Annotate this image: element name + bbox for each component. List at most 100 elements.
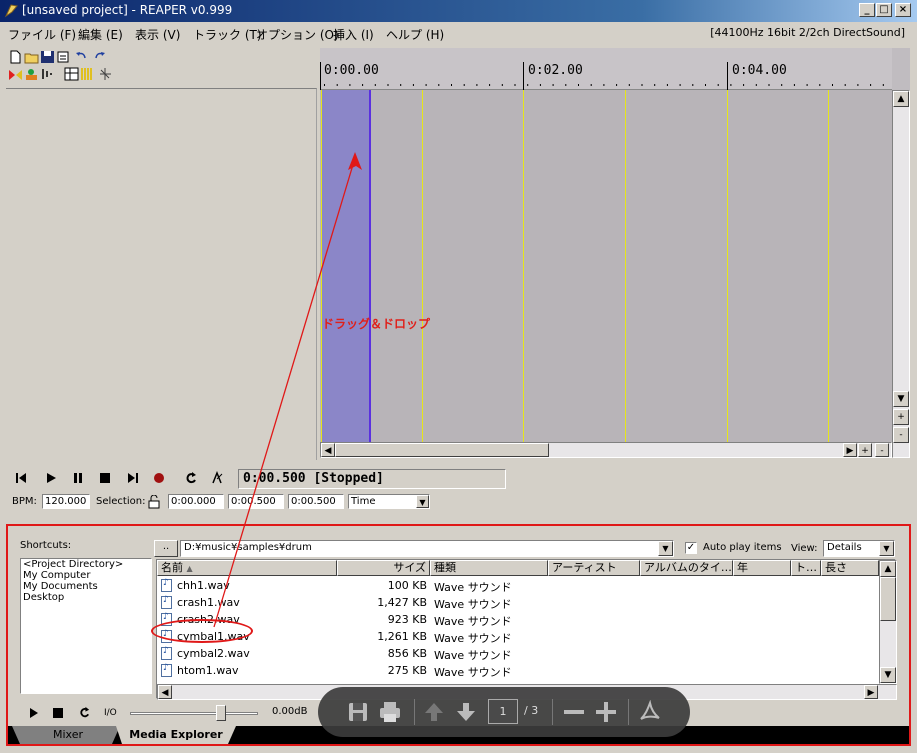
scroll-thumb[interactable] bbox=[880, 577, 896, 621]
project-settings-icon[interactable] bbox=[56, 50, 71, 64]
volume-slider-track[interactable] bbox=[130, 712, 258, 715]
metronome-toggle-icon[interactable] bbox=[210, 471, 224, 485]
shortcut-my-computer[interactable]: My Computer bbox=[23, 570, 149, 581]
redo-icon[interactable] bbox=[92, 50, 107, 64]
crossfade-icon[interactable] bbox=[98, 67, 113, 81]
column-length[interactable]: 長さ bbox=[821, 560, 879, 576]
scroll-down-button[interactable]: ▼ bbox=[893, 391, 909, 407]
column-size[interactable]: サイズ bbox=[337, 560, 430, 576]
shortcut-desktop[interactable]: Desktop bbox=[23, 592, 149, 603]
menu-options[interactable]: オプション (O) bbox=[256, 26, 339, 43]
zoom-in-horizontal-button[interactable]: + bbox=[858, 443, 872, 457]
tab-media-explorer[interactable]: Media Explorer bbox=[122, 726, 230, 744]
column-artist[interactable]: アーティスト bbox=[548, 560, 640, 576]
column-type[interactable]: 種類 bbox=[430, 560, 548, 576]
selection-start-input[interactable]: 0:00.000 bbox=[168, 494, 224, 509]
scroll-up-button[interactable]: ▲ bbox=[893, 91, 909, 107]
scroll-right-button[interactable]: ▶ bbox=[864, 685, 878, 699]
column-year[interactable]: 年 bbox=[733, 560, 791, 576]
scroll-left-button[interactable]: ◀ bbox=[158, 685, 172, 699]
open-folder-icon[interactable] bbox=[24, 50, 39, 64]
timeline-ruler[interactable]: 0:00.00 0:02.00 0:04.00 bbox=[320, 48, 892, 90]
scroll-right-button[interactable]: ▶ bbox=[843, 443, 857, 457]
chevron-down-icon[interactable]: ▼ bbox=[416, 495, 429, 508]
file-row[interactable]: chh1.wav 100 KB Wave サウンド bbox=[157, 577, 879, 594]
preview-stop-icon[interactable] bbox=[52, 707, 64, 719]
parent-folder-button[interactable]: .. bbox=[154, 540, 178, 557]
zoom-out-vertical-button[interactable]: - bbox=[893, 427, 909, 443]
file-row[interactable]: htom1.wav 275 KB Wave サウンド bbox=[157, 662, 879, 679]
autoplay-checkbox[interactable]: ✓ bbox=[685, 542, 697, 554]
chevron-down-icon[interactable]: ▼ bbox=[658, 541, 673, 556]
file-row[interactable]: crash1.wav 1,427 KB Wave サウンド bbox=[157, 594, 879, 611]
metronome-icon[interactable] bbox=[8, 67, 23, 81]
pdf-zoom-out-icon[interactable] bbox=[562, 700, 586, 724]
selection-end-input[interactable]: 0:00.500 bbox=[228, 494, 284, 509]
snap-icon[interactable] bbox=[24, 67, 39, 81]
maximize-button[interactable]: □ bbox=[876, 3, 892, 17]
new-file-icon[interactable] bbox=[8, 50, 23, 64]
lock-icon[interactable] bbox=[148, 495, 160, 509]
shortcuts-list[interactable]: <Project Directory> My Computer My Docum… bbox=[20, 558, 152, 694]
item-grouping-icon[interactable] bbox=[80, 67, 95, 81]
pdf-save-icon[interactable] bbox=[346, 700, 370, 724]
ripple-edit-icon[interactable] bbox=[40, 67, 55, 81]
record-icon[interactable] bbox=[152, 471, 166, 485]
undo-icon[interactable] bbox=[74, 50, 89, 64]
shortcut-my-documents[interactable]: My Documents bbox=[23, 581, 149, 592]
pdf-zoom-in-icon[interactable] bbox=[594, 700, 618, 724]
minimize-button[interactable]: _ bbox=[859, 3, 875, 17]
time-mode-select[interactable]: Time ▼ bbox=[348, 494, 430, 509]
file-list[interactable]: 名前 ▲ サイズ 種類 アーティスト アルバムのタイ… 年 ト… 長さ chh1… bbox=[156, 559, 897, 700]
shortcut-project-directory[interactable]: <Project Directory> bbox=[23, 559, 149, 570]
repeat-icon[interactable] bbox=[184, 471, 198, 485]
play-icon[interactable] bbox=[44, 471, 58, 485]
scroll-down-button[interactable]: ▼ bbox=[880, 667, 896, 683]
stop-icon[interactable] bbox=[98, 471, 112, 485]
file-row[interactable]: cymbal2.wav 856 KB Wave サウンド bbox=[157, 645, 879, 662]
menu-insert[interactable]: 挿入 (I) bbox=[333, 26, 374, 43]
volume-slider-thumb[interactable] bbox=[216, 705, 226, 721]
time-selection[interactable] bbox=[322, 90, 371, 442]
menu-help[interactable]: ヘルプ (H) bbox=[386, 26, 444, 43]
file-row[interactable]: crash2.wav 923 KB Wave サウンド bbox=[157, 611, 879, 628]
zoom-in-vertical-button[interactable]: + bbox=[893, 409, 909, 425]
horizontal-scrollbar[interactable]: ◀ ▶ + - bbox=[320, 442, 892, 458]
view-mode-value: Details bbox=[827, 542, 862, 553]
save-icon[interactable] bbox=[40, 50, 55, 64]
preview-repeat-icon[interactable] bbox=[78, 706, 91, 719]
column-album[interactable]: アルバムのタイ… bbox=[640, 560, 733, 576]
path-combobox[interactable]: D:¥music¥samples¥drum ▼ bbox=[180, 540, 674, 557]
scroll-up-button[interactable]: ▲ bbox=[880, 561, 896, 577]
tab-mixer[interactable]: Mixer bbox=[20, 726, 116, 744]
pdf-acrobat-icon[interactable] bbox=[638, 700, 662, 724]
go-to-start-icon[interactable] bbox=[14, 471, 28, 485]
menu-edit[interactable]: 編集 (E) bbox=[78, 26, 123, 43]
pdf-prev-page-icon[interactable] bbox=[422, 700, 446, 724]
preview-play-icon[interactable] bbox=[28, 707, 40, 719]
file-list-vertical-scrollbar[interactable]: ▲ ▼ bbox=[879, 560, 897, 684]
scroll-thumb[interactable] bbox=[335, 443, 549, 457]
file-row[interactable]: cymbal1.wav 1,261 KB Wave サウンド bbox=[157, 628, 879, 645]
bpm-input[interactable]: 120.000 bbox=[42, 494, 90, 509]
column-name[interactable]: 名前 ▲ bbox=[157, 560, 337, 576]
scroll-left-button[interactable]: ◀ bbox=[321, 443, 335, 457]
pdf-print-icon[interactable] bbox=[378, 700, 402, 724]
close-button[interactable]: × bbox=[895, 3, 911, 17]
menu-view[interactable]: 表示 (V) bbox=[135, 26, 180, 43]
menu-track[interactable]: トラック (T) bbox=[193, 26, 262, 43]
track-control-panel[interactable] bbox=[6, 88, 317, 460]
pause-icon[interactable] bbox=[71, 471, 85, 485]
pdf-page-input[interactable]: 1 bbox=[488, 699, 518, 724]
selection-length-input[interactable]: 0:00.500 bbox=[288, 494, 344, 509]
grid-icon[interactable] bbox=[64, 67, 79, 81]
menu-file[interactable]: ファイル (F) bbox=[8, 26, 76, 43]
pdf-next-page-icon[interactable] bbox=[454, 700, 478, 724]
track-lanes[interactable] bbox=[320, 90, 892, 442]
view-mode-select[interactable]: Details ▼ bbox=[823, 540, 895, 557]
vertical-scrollbar[interactable]: ▲ ▼ + - bbox=[892, 90, 910, 458]
zoom-out-horizontal-button[interactable]: - bbox=[875, 443, 889, 457]
chevron-down-icon[interactable]: ▼ bbox=[879, 541, 894, 556]
column-track[interactable]: ト… bbox=[791, 560, 821, 576]
go-to-end-icon[interactable] bbox=[126, 471, 140, 485]
